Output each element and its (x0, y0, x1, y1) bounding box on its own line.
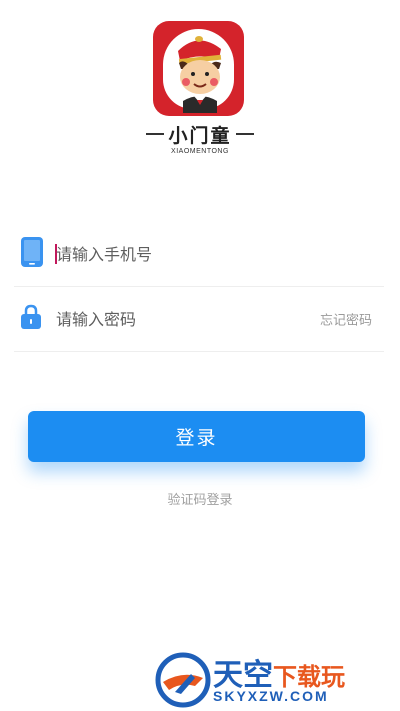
left-divider (146, 133, 165, 135)
forgot-password-link[interactable]: 忘记密码 (320, 310, 372, 329)
phone-icon (20, 236, 44, 272)
right-divider (235, 133, 254, 135)
phone-input[interactable] (56, 240, 306, 268)
phone-row (14, 222, 384, 287)
app-name-row: 小门童 (0, 122, 400, 147)
watermark: 天空下载玩 SKYXZW.COM (155, 650, 395, 708)
watermark-url: SKYXZW.COM (213, 688, 329, 704)
watermark-title-accent: 下载玩 (273, 663, 345, 691)
doorman-mascot-icon (178, 36, 222, 113)
login-button[interactable]: 登录 (28, 411, 365, 462)
lock-icon (20, 304, 42, 334)
app-name: 小门童 (168, 124, 232, 147)
watermark-logo-icon (155, 652, 211, 708)
login-screen: 小门童 XIAOMENTONG 忘记密码 登录 验证码登录 (0, 0, 400, 711)
app-logo (153, 21, 244, 116)
sms-login-link[interactable]: 验证码登录 (0, 489, 400, 508)
app-subtitle: XIAOMENTONG (171, 148, 229, 155)
password-input[interactable] (56, 305, 306, 333)
password-row: 忘记密码 (14, 287, 384, 352)
